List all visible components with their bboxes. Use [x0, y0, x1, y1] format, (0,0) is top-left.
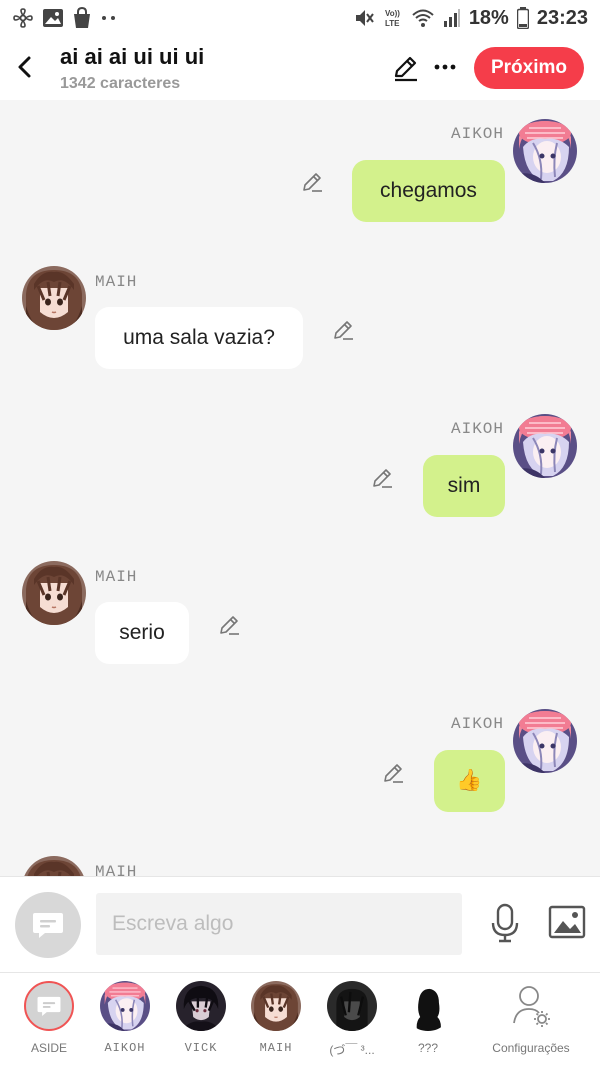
- message-author: AIKOH: [450, 125, 504, 143]
- chat-bubble-icon: [37, 996, 61, 1016]
- back-arrow-icon[interactable]: [10, 50, 40, 84]
- aside-button[interactable]: [24, 981, 74, 1031]
- avatar-maih[interactable]: [22, 856, 86, 876]
- edit-message-icon[interactable]: [331, 318, 355, 342]
- message-bubble[interactable]: uma sala vazia?: [95, 307, 303, 369]
- clock: 23:23: [536, 6, 588, 29]
- battery-percent: 18%: [468, 6, 509, 29]
- avatar-vick: [176, 981, 226, 1031]
- avatar-silhouette: [403, 981, 453, 1031]
- nav-aside[interactable]: ASIDE: [11, 981, 87, 1055]
- avatar-maih: [251, 981, 301, 1031]
- nav-label: (づ￣ ³...: [329, 1043, 375, 1057]
- shopping-bag-icon: [74, 7, 90, 28]
- microphone-icon[interactable]: [489, 903, 521, 943]
- gallery-icon: [43, 9, 63, 27]
- battery-icon: [516, 7, 529, 29]
- message-bubble[interactable]: serio: [95, 602, 189, 664]
- chat-title: ai ai ai ui ui ui: [60, 44, 205, 69]
- message-list[interactable]: AIKOH chegamos MAIH uma sala vazia? AIKO…: [0, 100, 600, 876]
- nav-label: Configurações: [492, 1041, 570, 1055]
- edit-message-icon[interactable]: [381, 761, 405, 785]
- image-icon[interactable]: [548, 905, 586, 939]
- edit-message-icon[interactable]: [300, 170, 324, 194]
- message-input[interactable]: [96, 893, 462, 955]
- chat-bubble-button[interactable]: [15, 892, 81, 958]
- avatar-dark: [327, 981, 377, 1031]
- message-author: MAIH: [95, 273, 138, 291]
- nav-label: AIKOH: [104, 1041, 146, 1055]
- svg-text:Vo)): Vo)): [385, 9, 400, 18]
- message-author: AIKOH: [450, 715, 504, 733]
- edit-message-icon[interactable]: [217, 613, 241, 637]
- avatar-maih[interactable]: [22, 561, 86, 625]
- top-app-bar: ai ai ai ui ui ui 1342 caracteres Próxim…: [0, 36, 600, 100]
- status-right-icons: Vo)) LTE 18% 23:23: [353, 6, 588, 30]
- status-bar: Vo)) LTE 18% 23:23: [0, 0, 600, 36]
- nav-label: MAIH: [259, 1041, 293, 1055]
- avatar-aikoh[interactable]: [513, 709, 577, 773]
- nav-settings[interactable]: Configurações: [481, 981, 581, 1055]
- composer-bar: [0, 876, 600, 972]
- pinwheel-icon: [13, 8, 33, 28]
- nav-character-maih[interactable]: MAIH: [238, 981, 314, 1055]
- nav-label: VICK: [184, 1041, 218, 1055]
- volte-icon: Vo)) LTE: [385, 9, 400, 28]
- signal-icon: [443, 9, 460, 27]
- message-bubble[interactable]: chegamos: [352, 160, 505, 222]
- nav-character-unknown[interactable]: ???: [390, 981, 466, 1055]
- network-type: LTE: [385, 19, 400, 28]
- avatar-aikoh[interactable]: [513, 119, 577, 183]
- character-count: 1342 caracteres: [60, 75, 181, 92]
- avatar-aikoh: [100, 981, 150, 1031]
- avatar-aikoh[interactable]: [513, 414, 577, 478]
- message-bubble[interactable]: sim: [423, 455, 505, 517]
- character-selector: ASIDE AIKOH VICK MAIH (づ￣ ³... ??? Confi…: [0, 972, 600, 1067]
- nav-character-vick[interactable]: VICK: [163, 981, 239, 1055]
- more-options-icon[interactable]: [432, 54, 458, 80]
- edit-message-icon[interactable]: [370, 466, 394, 490]
- message-author: MAIH: [95, 863, 138, 876]
- nav-character-aikoh[interactable]: AIKOH: [87, 981, 163, 1055]
- mute-icon: [355, 10, 374, 26]
- wifi-icon: [412, 9, 434, 27]
- user-settings-icon: [513, 986, 550, 1027]
- nav-label: ???: [417, 1041, 439, 1055]
- next-button[interactable]: Próximo: [474, 47, 584, 89]
- chat-bubble-icon: [33, 913, 63, 938]
- chat-editor-screen: Vo)) LTE 18% 23:23 ai ai ai ui ui ui 134…: [0, 0, 600, 1067]
- message-author: AIKOH: [450, 420, 504, 438]
- message-bubble[interactable]: 👍: [434, 750, 505, 812]
- edit-title-icon[interactable]: [392, 54, 420, 82]
- status-left-icons: [12, 7, 118, 29]
- avatar-maih[interactable]: [22, 266, 86, 330]
- nav-label: ASIDE: [30, 1041, 67, 1055]
- more-notifications-icon: [102, 16, 115, 20]
- nav-character-kaomoji[interactable]: (づ￣ ³...: [314, 981, 390, 1058]
- message-author: MAIH: [95, 568, 138, 586]
